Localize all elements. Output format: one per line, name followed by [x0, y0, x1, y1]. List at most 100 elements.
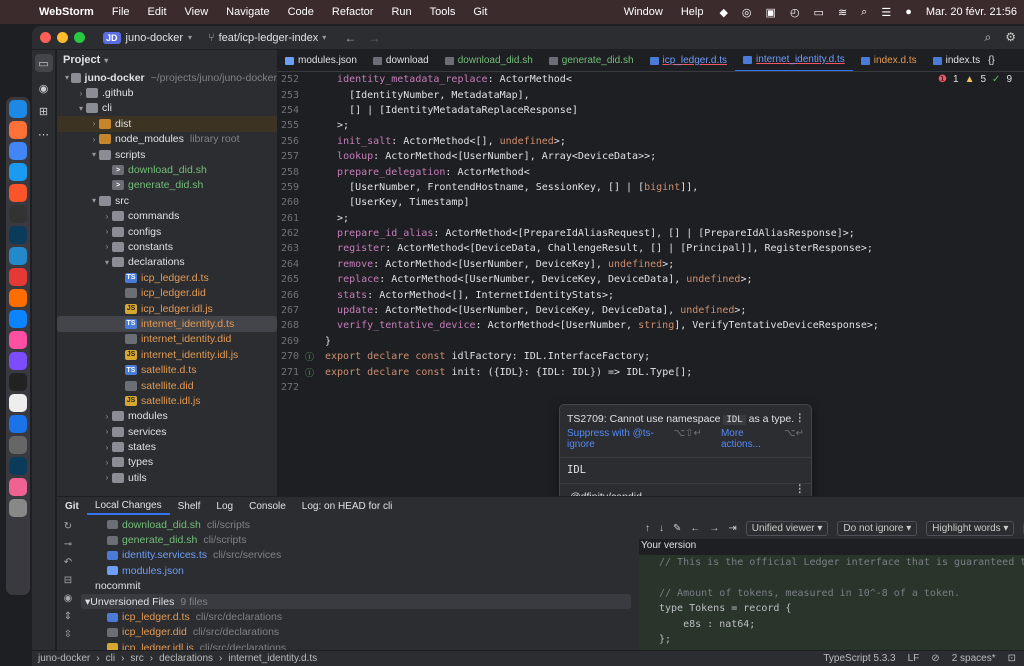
editor-tab[interactable]: icp_ledger.d.ts — [642, 50, 736, 71]
menu-tools[interactable]: Tools — [421, 6, 465, 18]
change-item[interactable]: generate_did.sh cli/scripts — [81, 532, 631, 547]
brave-dock-icon[interactable] — [9, 184, 27, 202]
tree-item[interactable]: ▾ scripts — [57, 147, 277, 162]
tree-item[interactable]: > download_did.sh — [57, 162, 277, 177]
finder-dock-icon[interactable] — [9, 100, 27, 118]
project-panel-title[interactable]: Project — [63, 54, 100, 66]
changelist-group[interactable]: ▾ Unversioned Files 9 files — [81, 593, 631, 610]
battery-icon[interactable]: ▭ — [807, 6, 831, 19]
breadcrumb-item[interactable]: juno-docker — [38, 653, 90, 664]
tree-item[interactable]: TS satellite.d.ts — [57, 362, 277, 377]
menu-help[interactable]: Help — [672, 6, 713, 18]
wifi-icon[interactable]: ≋ — [831, 6, 854, 19]
tree-item[interactable]: › .github — [57, 85, 277, 100]
git-tab[interactable]: Console — [241, 497, 294, 515]
search-icon[interactable]: ⌕ — [854, 6, 874, 19]
tree-item[interactable]: JS icp_ledger.idl.js — [57, 301, 277, 316]
tree-item[interactable]: ▾ declarations — [57, 255, 277, 270]
ignore-dropdown[interactable]: Do not ignore ▾ — [837, 520, 918, 536]
tree-item[interactable]: satellite.did — [57, 378, 277, 393]
viewer-dropdown[interactable]: Unified viewer ▾ — [745, 520, 829, 536]
more-tools-icon[interactable]: ⋯ — [38, 128, 49, 141]
menu-file[interactable]: File — [103, 6, 139, 18]
tree-item[interactable]: TS icp_ledger.d.ts — [57, 270, 277, 285]
forward-icon[interactable]: → — [368, 31, 392, 45]
app-rainbow-dock-icon[interactable] — [9, 331, 27, 349]
time-machine-icon[interactable]: ◴ — [783, 6, 807, 19]
zoom-window-button[interactable] — [74, 32, 85, 43]
app-pink-dock-icon[interactable] — [9, 478, 27, 496]
back-icon[interactable]: ← — [344, 31, 368, 45]
suppress-action[interactable]: Suppress with @ts-ignore — [567, 428, 669, 450]
change-item[interactable]: icp_ledger.did cli/src/declarations — [81, 625, 631, 640]
status-icon[interactable]: ◎ — [735, 6, 759, 19]
chrome-dock-icon[interactable] — [9, 142, 27, 160]
webstorm-dock-icon[interactable] — [9, 226, 27, 244]
chevron-down-icon[interactable]: ▾ — [104, 56, 108, 65]
git-icon[interactable]: ⊘ — [931, 653, 939, 664]
expand-icon[interactable]: ⇕ — [64, 611, 72, 622]
arrow-up-icon[interactable]: ↑ — [645, 523, 650, 534]
dropbox-icon[interactable]: ◆ — [712, 6, 734, 19]
open-file-icon[interactable]: ⇥ — [728, 523, 736, 534]
menu-window[interactable]: Window — [615, 6, 672, 18]
trash-dock-icon[interactable] — [9, 499, 27, 517]
tree-item[interactable]: › commands — [57, 209, 277, 224]
editor-tab[interactable]: download — [365, 50, 437, 71]
commit-tool-icon[interactable]: ◉ — [39, 82, 49, 95]
rollback-icon[interactable]: ↶ — [64, 557, 72, 568]
change-item[interactable]: identity.services.ts cli/src/services — [81, 548, 631, 563]
app-orange-dock-icon[interactable] — [9, 289, 27, 307]
tree-item[interactable]: JS satellite.idl.js — [57, 393, 277, 408]
change-item[interactable]: icp_ledger.d.ts cli/src/declarations — [81, 609, 631, 624]
editor-tab[interactable]: internet_identity.d.ts — [735, 50, 853, 71]
back-icon[interactable]: ← — [690, 523, 700, 534]
firefox-dock-icon[interactable] — [9, 121, 27, 139]
close-window-button[interactable] — [40, 32, 51, 43]
breadcrumb-item[interactable]: internet_identity.d.ts — [228, 653, 317, 664]
tree-item[interactable]: JS internet_identity.idl.js — [57, 347, 277, 362]
branch-switcher[interactable]: ⑂ feat/icp-ledger-index ▾ — [208, 32, 326, 44]
tree-item[interactable]: icp_ledger.did — [57, 285, 277, 300]
tree-item[interactable]: ▾ juno-docker ~/projects/juno/juno-docker — [57, 70, 277, 85]
implementation-gutter-icon[interactable]: ⓘ — [305, 366, 325, 379]
popup-menu-icon[interactable]: ⋮ — [795, 412, 806, 424]
line-separator[interactable]: LF — [908, 653, 920, 664]
editor-tab[interactable]: index.ts — [925, 50, 988, 71]
popup-menu-icon[interactable]: ⋮ — [795, 483, 806, 495]
app-red-dock-icon[interactable] — [9, 268, 27, 286]
tree-item[interactable]: › utils — [57, 470, 277, 485]
minimize-window-button[interactable] — [57, 32, 68, 43]
tree-item[interactable]: ▾ src — [57, 193, 277, 208]
change-item[interactable]: download_did.sh cli/scripts — [81, 517, 631, 532]
nav-arrows[interactable]: ←→ — [344, 31, 392, 45]
git-tab[interactable]: Shelf — [170, 497, 209, 515]
change-item[interactable]: modules.json — [81, 563, 631, 578]
edit-pencil-icon[interactable]: ✎ — [673, 523, 681, 534]
tree-item[interactable]: ▾ cli — [57, 101, 277, 116]
language-service[interactable]: TypeScript 5.3.3 — [823, 653, 895, 664]
tree-item[interactable]: › modules — [57, 409, 277, 424]
git-tab[interactable]: Local Changes — [86, 497, 170, 515]
arrow-down-icon[interactable]: ↓ — [659, 523, 664, 534]
forward-icon[interactable]: → — [709, 523, 719, 534]
tree-item[interactable]: internet_identity.did — [57, 332, 277, 347]
onepassword-dock-icon[interactable] — [9, 415, 27, 433]
menu-app-name[interactable]: WebStorm — [30, 6, 103, 18]
menu-refactor[interactable]: Refactor — [323, 6, 383, 18]
tree-item[interactable]: > generate_did.sh — [57, 178, 277, 193]
project-tool-icon[interactable]: ▭ — [34, 54, 53, 72]
search-everywhere-icon[interactable]: ⌕ — [985, 30, 992, 45]
eye-icon[interactable]: ◉ — [64, 593, 73, 604]
settings-gear-icon[interactable]: ⚙ — [1005, 30, 1016, 45]
tree-item[interactable]: TS internet_identity.d.ts — [57, 316, 277, 332]
shelve-icon[interactable]: ⊟ — [64, 575, 72, 586]
implementation-gutter-icon[interactable]: ⓘ — [305, 350, 325, 363]
breadcrumb-item[interactable]: cli — [106, 653, 115, 664]
tree-item[interactable]: › dist — [57, 116, 277, 132]
editor-tab[interactable]: modules.json — [277, 50, 365, 71]
menubar-clock[interactable]: Mar. 20 févr. 21:56 — [919, 6, 1024, 18]
settings-dock-icon[interactable] — [9, 436, 27, 454]
more-tabs-icon[interactable]: {} — [988, 55, 995, 66]
editor-tab[interactable]: download_did.sh — [437, 50, 541, 71]
